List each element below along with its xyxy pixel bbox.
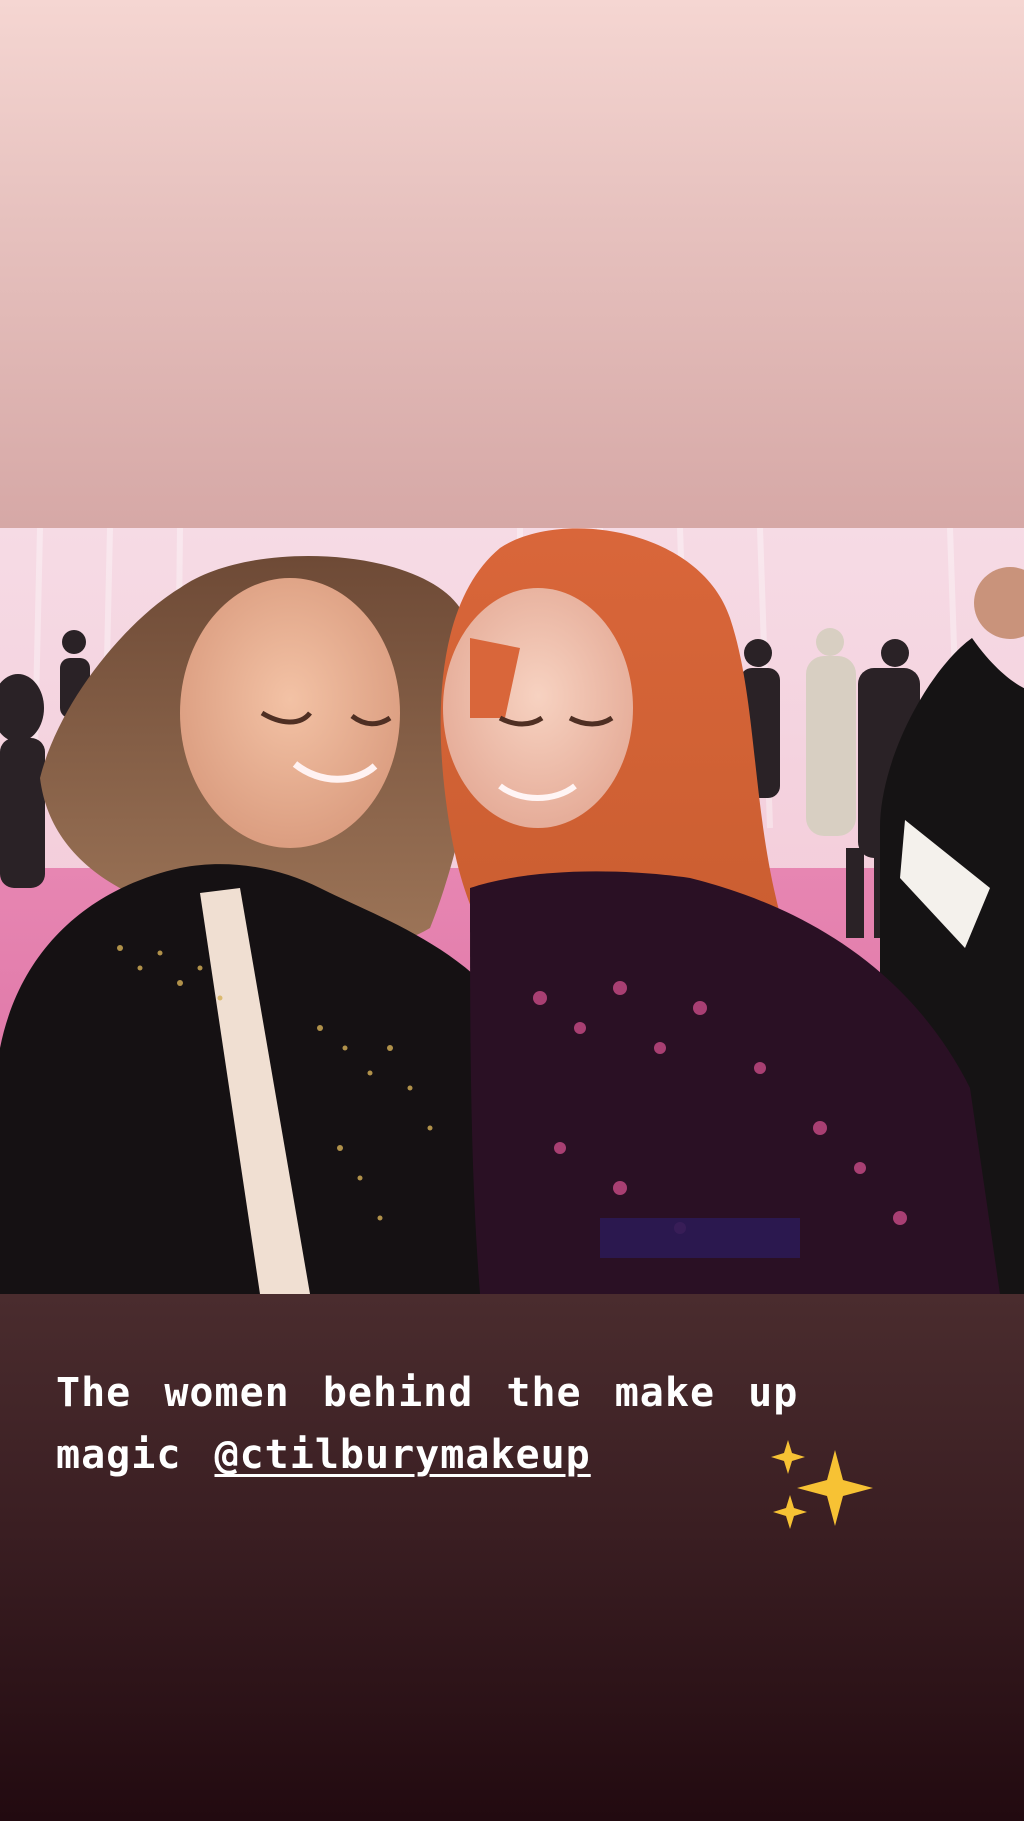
mention-link[interactable]: @ctilburymakeup <box>215 1432 591 1478</box>
story-photo <box>0 528 1024 1294</box>
photo-illustration <box>0 528 1024 1294</box>
top-gradient-background <box>0 0 1024 528</box>
caption-line-1: The women behind the make up <box>56 1370 799 1416</box>
story-frame[interactable]: The women behind the make up magic @ctil… <box>0 0 1024 1821</box>
caption-line-2-prefix: magic <box>56 1432 215 1478</box>
sparkles-icon <box>771 1440 873 1529</box>
